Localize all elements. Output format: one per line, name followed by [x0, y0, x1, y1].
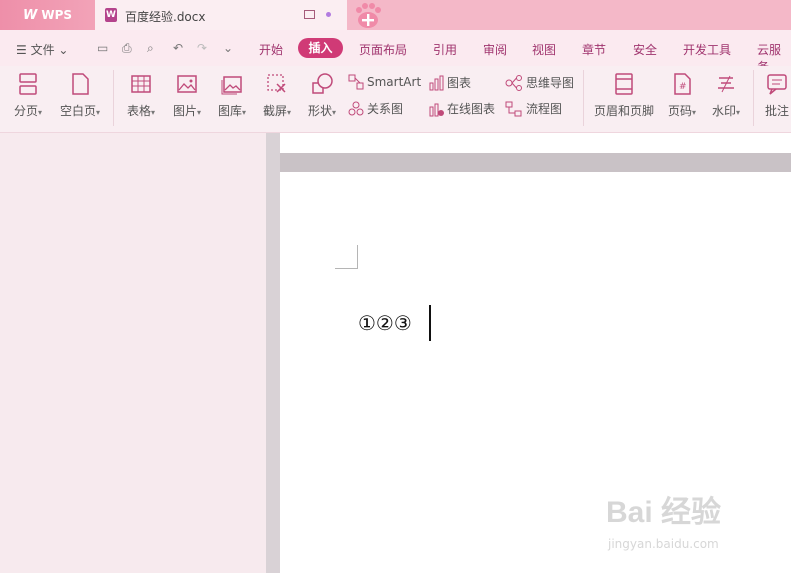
smartart-icon: [348, 74, 364, 90]
svg-text:#: #: [679, 82, 687, 92]
gallery-label: 图库: [217, 104, 242, 118]
watermark-label: 水印: [711, 104, 736, 118]
shape-icon: [312, 73, 333, 94]
gallery-button[interactable]: 图库▾: [212, 72, 252, 119]
menu-review[interactable]: 审阅: [483, 41, 507, 58]
menu-view[interactable]: 视图: [532, 41, 556, 58]
file-menu-label: 文件: [30, 43, 55, 57]
table-icon: [131, 75, 151, 93]
blank-page-button[interactable]: 空白页▾: [56, 72, 104, 119]
menu-bar: ☰ 文件 ⌄ ▭ ⎙ ⌕ ↶ ↷ ⌄ 开始 插入 页面布局 引用 审阅 视图 章…: [0, 30, 791, 74]
ribbon-divider: [583, 70, 584, 126]
wps-home-tab[interactable]: W WPS: [0, 0, 95, 30]
wps-logo-icon: W: [22, 7, 38, 23]
relation-chart-button[interactable]: 关系图: [348, 100, 403, 117]
page-break-icon: [19, 73, 37, 95]
wps-brand-label: WPS: [41, 8, 73, 22]
picture-icon: [177, 75, 197, 93]
page-gap: [280, 153, 791, 172]
text-cursor: [429, 305, 431, 341]
tab-bar: W WPS W 百度经验.docx: [0, 0, 791, 30]
save-icon[interactable]: ▭: [97, 41, 108, 55]
margin-corner-mark: [357, 245, 358, 268]
header-footer-label: 页眉和页脚: [593, 104, 654, 118]
comment-label: 批注: [764, 104, 789, 118]
watermark-button[interactable]: 水印▾: [706, 72, 746, 119]
watermark-url: jingyan.baidu.com: [608, 537, 719, 551]
document-body-text[interactable]: ①②③: [358, 311, 412, 335]
table-button[interactable]: 表格▾: [121, 72, 161, 119]
navigation-pane: [0, 133, 266, 573]
watermark-icon: [718, 75, 734, 93]
page-number-label: 页码: [667, 104, 692, 118]
redo-icon[interactable]: ↷: [197, 41, 207, 55]
online-chart-icon: [429, 103, 444, 116]
page-number-button[interactable]: # 页码▾: [662, 72, 702, 119]
smartart-label: SmartArt: [367, 75, 422, 89]
undo-icon[interactable]: ↶: [173, 41, 183, 55]
window-mode-icon[interactable]: [304, 10, 315, 19]
picture-button[interactable]: 图片▾: [167, 72, 207, 119]
blank-page-label: 空白页: [59, 104, 96, 118]
file-menu[interactable]: ☰ 文件 ⌄: [16, 41, 68, 58]
chart-label: 图表: [447, 76, 472, 90]
print-preview-icon[interactable]: ⌕: [147, 41, 154, 56]
ribbon-divider: [753, 70, 754, 126]
baidu-watermark: Bai 经验 jingyan.baidu.com: [606, 487, 722, 551]
document-tab[interactable]: W 百度经验.docx: [95, 0, 347, 30]
relation-chart-label: 关系图: [367, 102, 404, 116]
flowchart-icon: [505, 101, 522, 116]
menu-section[interactable]: 章节: [582, 41, 606, 58]
word-doc-icon: W: [105, 8, 117, 22]
table-label: 表格: [126, 104, 151, 118]
unsaved-dot-icon: [326, 12, 331, 17]
chart-button[interactable]: 图表: [428, 74, 471, 91]
header-footer-icon: [615, 73, 633, 95]
page-number-icon: #: [674, 73, 691, 95]
document-tab-title: 百度经验.docx: [125, 10, 206, 24]
gallery-icon: [221, 76, 242, 95]
menu-home[interactable]: 开始: [259, 41, 283, 58]
comment-button[interactable]: 批注: [760, 72, 791, 119]
header-footer-button[interactable]: 页眉和页脚: [591, 72, 657, 119]
screenshot-icon: [267, 74, 286, 93]
mindmap-label: 思维导图: [526, 76, 575, 90]
watermark-brand: Bai 经验: [606, 496, 722, 529]
page-break-button[interactable]: 分页▾: [8, 72, 48, 119]
menu-references[interactable]: 引用: [433, 41, 457, 58]
chart-icon: [429, 75, 444, 90]
screenshot-label: 截屏: [262, 104, 287, 118]
comment-icon: [767, 74, 787, 95]
flowchart-button[interactable]: 流程图: [505, 100, 562, 117]
flowchart-label: 流程图: [526, 102, 563, 116]
mindmap-icon: [505, 74, 522, 91]
relation-chart-icon: [348, 101, 364, 115]
online-chart-label: 在线图表: [447, 102, 496, 116]
customize-quick-access-icon[interactable]: ⌄: [223, 41, 233, 55]
menu-insert[interactable]: 插入: [298, 38, 343, 58]
ribbon-divider: [113, 70, 114, 126]
picture-label: 图片: [172, 104, 197, 118]
blank-page-icon: [72, 73, 89, 95]
menu-page-layout[interactable]: 页面布局: [359, 41, 407, 58]
screenshot-button[interactable]: 截屏▾: [257, 72, 297, 119]
smartart-button[interactable]: SmartArt: [348, 74, 421, 90]
menu-developer[interactable]: 开发工具: [683, 41, 731, 58]
new-tab-button[interactable]: [352, 1, 384, 29]
mindmap-button[interactable]: 思维导图: [505, 74, 574, 91]
shape-button[interactable]: 形状▾: [302, 72, 342, 119]
online-chart-button[interactable]: 在线图表: [428, 100, 495, 117]
shape-label: 形状: [307, 104, 332, 118]
print-icon[interactable]: ⎙: [122, 41, 132, 56]
page-break-label: 分页: [13, 104, 38, 118]
previous-page-bottom: [280, 133, 791, 153]
margin-corner-mark: [335, 268, 358, 269]
insert-ribbon: 分页▾ 空白页▾ 表格▾ 图片▾ 图库▾ 截屏▾ 形状▾ SmartArt 关系…: [0, 66, 791, 133]
menu-security[interactable]: 安全: [633, 41, 657, 58]
